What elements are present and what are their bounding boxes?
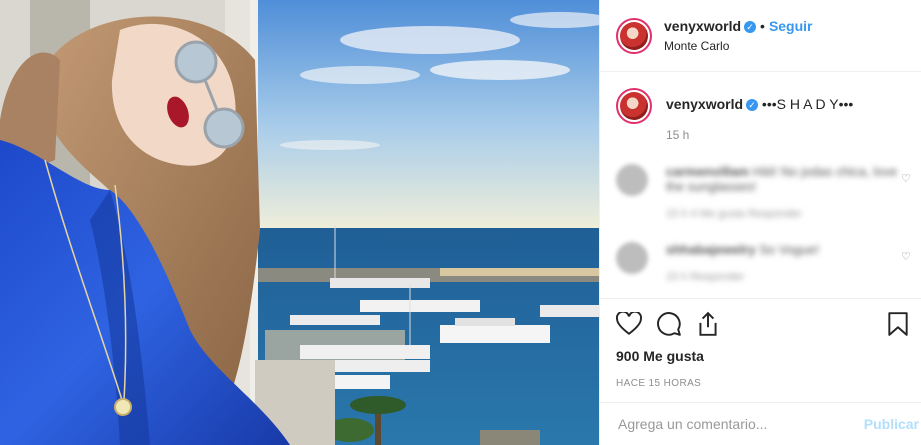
avatar[interactable] xyxy=(616,17,652,54)
post-actions: 900 Me gusta HACE 15 HORAS xyxy=(600,298,921,389)
caption-avatar[interactable] xyxy=(616,88,652,124)
comment-icon[interactable] xyxy=(656,311,682,337)
verified-icon: ✓ xyxy=(746,99,759,112)
comments-list[interactable]: venyxworld ✓ •••S H A D Y••• 15 h carmenv… xyxy=(600,72,921,298)
follow-button[interactable]: Seguir xyxy=(769,18,813,34)
list-item: shhabajewelry So Vogue! 15 h Responder ♡ xyxy=(616,242,911,283)
post-photo[interactable] xyxy=(0,0,599,445)
post-side-panel: venyxworld ✓ • Seguir Monte Carlo venyxworl… xyxy=(599,0,921,445)
comment-meta: 15 h 4 Me gusta Responder xyxy=(666,208,802,220)
comment-like-icon[interactable]: ♡ xyxy=(901,172,911,185)
likes-count[interactable]: 900 Me gusta xyxy=(616,348,909,364)
heart-icon[interactable] xyxy=(616,312,642,336)
separator-dot: • xyxy=(760,18,765,34)
username-link[interactable]: venyxworld xyxy=(664,18,741,34)
post-time[interactable]: HACE 15 HORAS xyxy=(616,378,909,389)
caption-username[interactable]: venyxworld xyxy=(666,96,743,112)
photo-illustration xyxy=(0,0,599,445)
comment-text: So Vogue! xyxy=(759,242,820,257)
caption-time: 15 h xyxy=(666,128,690,142)
location-link[interactable]: Monte Carlo xyxy=(664,39,813,53)
verified-icon: ✓ xyxy=(744,20,757,33)
comment-username[interactable]: carmenvillam xyxy=(666,164,749,179)
list-item: carmenvillam Hiiii! No jodas chica, love… xyxy=(616,164,911,220)
share-icon[interactable] xyxy=(696,311,720,337)
publish-button[interactable]: Publicar xyxy=(864,416,919,432)
comment-like-icon[interactable]: ♡ xyxy=(901,250,911,263)
comment-avatar[interactable] xyxy=(616,242,648,274)
post-header: venyxworld ✓ • Seguir Monte Carlo xyxy=(600,0,921,72)
post-container: venyxworld ✓ • Seguir Monte Carlo venyxworl… xyxy=(0,0,921,445)
caption: venyxworld ✓ •••S H A D Y••• 15 h xyxy=(616,88,905,142)
comment-avatar[interactable] xyxy=(616,164,648,196)
caption-text: •••S H A D Y••• xyxy=(761,96,854,112)
comment-username[interactable]: shhabajewelry xyxy=(666,242,756,257)
comment-input[interactable] xyxy=(616,415,864,433)
add-comment-bar: Publicar xyxy=(600,402,921,445)
bookmark-icon[interactable] xyxy=(887,311,909,337)
comment-meta: 15 h Responder xyxy=(666,271,745,283)
